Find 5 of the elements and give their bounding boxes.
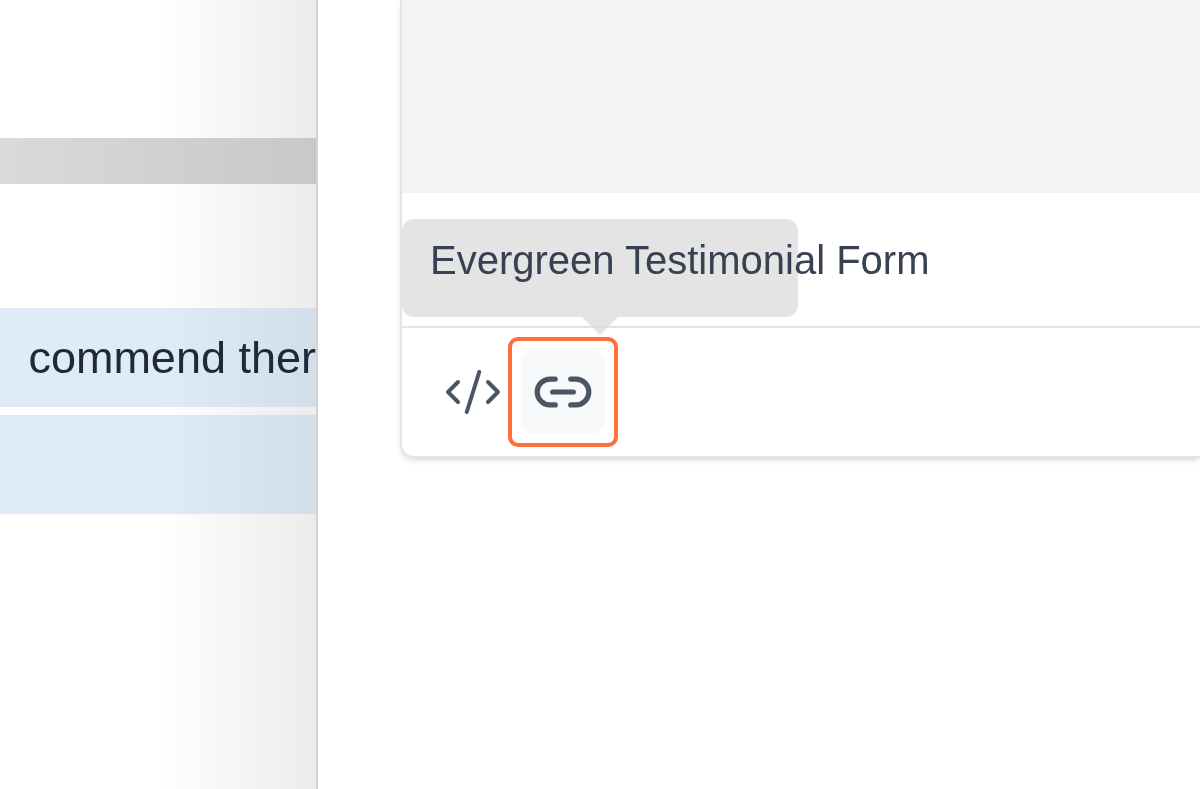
- copy-link-button[interactable]: [521, 350, 605, 434]
- list-row[interactable]: commend ther: [0, 308, 316, 407]
- form-title: Evergreen Testimonial Form: [430, 236, 930, 284]
- tooltip-arrow: [582, 317, 618, 335]
- row-text: commend ther: [28, 335, 316, 380]
